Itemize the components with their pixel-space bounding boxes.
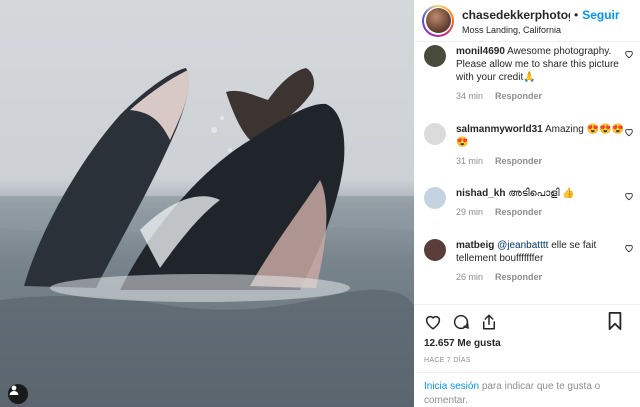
- comment-username[interactable]: monil4690: [456, 46, 505, 57]
- commenter-avatar[interactable]: [424, 45, 446, 67]
- author-username[interactable]: chasedekkerphotograp: [462, 8, 570, 22]
- comment-text: അടിപൊളി 👍: [508, 188, 575, 199]
- login-prompt: Inicia sesión para indicar que te gusta …: [424, 380, 632, 407]
- comment-like-icon[interactable]: [624, 191, 634, 201]
- comment-time: 34 min: [456, 91, 484, 101]
- commenter-avatar[interactable]: [424, 239, 446, 261]
- post-timestamp: HACE 7 DÍAS: [424, 357, 471, 364]
- share-icon[interactable]: [480, 313, 498, 331]
- comment-item: matbeig @jeanbatttt elle se fait telleme…: [424, 239, 634, 282]
- whale-photo-illustration: [0, 68, 414, 407]
- divider: [414, 372, 640, 373]
- post-location[interactable]: Moss Landing, California: [462, 25, 640, 35]
- action-bar: [424, 311, 634, 333]
- comment-time: 31 min: [456, 156, 484, 166]
- separator-dot: •: [574, 7, 579, 22]
- post-header: chasedekkerphotograp • Seguir Moss Landi…: [414, 0, 640, 42]
- follow-button[interactable]: Seguir: [582, 8, 619, 22]
- comment-mention[interactable]: @jeanbatttt: [497, 240, 548, 251]
- comment-time: 29 min: [456, 207, 484, 217]
- comment-item: monil4690 Awesome photography. Please al…: [424, 45, 634, 101]
- comment-username[interactable]: nishad_kh: [456, 188, 505, 199]
- bookmark-icon[interactable]: [606, 311, 624, 331]
- comment-time: 26 min: [456, 272, 484, 282]
- commenter-avatar[interactable]: [424, 187, 446, 209]
- comment-item: salmanmyworld31 Amazing 😍😍😍😍 31 min Resp…: [424, 123, 634, 166]
- comment-list: monil4690 Awesome photography. Please al…: [414, 43, 640, 303]
- comment-item: nishad_kh അടിപൊളി 👍 29 min Responder: [424, 187, 634, 217]
- comment-like-icon[interactable]: [624, 127, 634, 137]
- comment-like-icon[interactable]: [624, 49, 634, 59]
- comment-like-icon[interactable]: [624, 243, 634, 253]
- reply-button[interactable]: Responder: [495, 91, 542, 101]
- post-sidebar: chasedekkerphotograp • Seguir Moss Landi…: [414, 0, 640, 407]
- heart-icon[interactable]: [424, 313, 442, 331]
- person-icon: [9, 385, 19, 395]
- reply-button[interactable]: Responder: [495, 156, 542, 166]
- comment-username[interactable]: salmanmyworld31: [456, 124, 543, 135]
- post-photo[interactable]: [0, 0, 414, 407]
- reply-button[interactable]: Responder: [495, 207, 542, 217]
- author-avatar[interactable]: [422, 4, 454, 37]
- comment-icon[interactable]: [452, 313, 470, 331]
- commenter-avatar[interactable]: [424, 123, 446, 145]
- likes-count[interactable]: 12.657 Me gusta: [424, 338, 501, 349]
- login-link[interactable]: Inicia sesión: [424, 381, 479, 392]
- divider: [414, 304, 640, 305]
- tagged-user-icon[interactable]: [8, 384, 28, 404]
- reply-button[interactable]: Responder: [495, 272, 542, 282]
- comment-username[interactable]: matbeig: [456, 240, 494, 251]
